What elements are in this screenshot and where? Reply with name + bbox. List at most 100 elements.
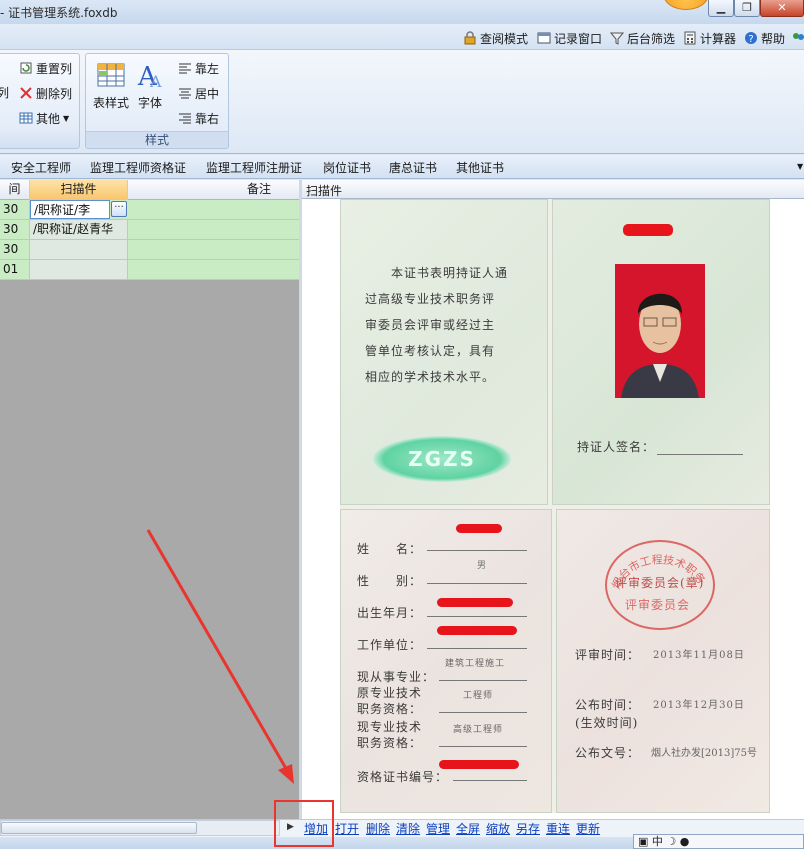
style-group: 表样式 AA 字体 靠左 居中 靠右 样式 (85, 53, 229, 149)
cell-note[interactable] (128, 200, 300, 219)
cell-time[interactable]: 01 (0, 260, 30, 279)
tab-supervisor-registration[interactable]: 监理工程师注册证 (206, 159, 302, 176)
window-title: - 证书管理系统.foxdb (0, 6, 118, 20)
other-menu-button[interactable]: 其他 ▼ (19, 108, 69, 128)
cell-note[interactable] (128, 260, 300, 279)
app-orb-icon[interactable] (663, 0, 709, 10)
tab-supervisor-qualification[interactable]: 监理工程师资格证 (90, 159, 186, 176)
certificate-details-panel: 姓 名： 男 性 别： 出生年月： 工作单位： 建筑工程施工 现从事专业： 工程… (340, 509, 552, 813)
table-style-icon (96, 60, 126, 90)
field-cur-title-2: 职务资格： (357, 736, 423, 750)
open-link[interactable]: 打开 (335, 820, 359, 837)
zoom-link[interactable]: 缩放 (486, 820, 510, 837)
nav-right-arrow-icon[interactable]: ▶ (287, 822, 294, 832)
cell-note[interactable] (128, 220, 300, 239)
delete-link[interactable]: 删除 (366, 820, 390, 837)
redaction-mark (623, 224, 673, 236)
field-line (427, 616, 527, 617)
align-right-button[interactable]: 靠右 (178, 108, 219, 128)
column-header-note[interactable]: 备注 (128, 180, 300, 200)
save-as-link[interactable]: 另存 (516, 820, 540, 837)
horizontal-scrollbar[interactable] (0, 820, 280, 836)
table-row[interactable]: 30 /职称证/李 ··· (0, 200, 300, 220)
cell-scan[interactable] (30, 260, 128, 279)
align-center-label: 居中 (195, 86, 220, 101)
preview-title: 扫描件 (306, 184, 343, 198)
column-button-partial[interactable]: 列 (0, 84, 9, 101)
preview-header: 扫描件 (302, 180, 804, 199)
certificate-intro-panel: 本证书表明持证人通 过高级专业技术职务评 审委员会评审或经过主 管单位考核认定，… (340, 199, 548, 505)
help-icon: ? (744, 31, 758, 45)
table-row[interactable]: 30 /职称证/赵青华 (0, 220, 300, 240)
doc-no-value: 烟人社办发[2013]75号 (651, 748, 757, 759)
reconnect-link[interactable]: 重连 (546, 820, 570, 837)
table-row[interactable]: 01 (0, 260, 300, 280)
calculator-icon (683, 31, 697, 45)
reset-column-label: 重置列 (36, 61, 73, 76)
column-header-time[interactable]: 间 (0, 180, 30, 200)
field-orig-title-value: 工程师 (463, 691, 494, 701)
close-button[interactable]: ✕ (760, 0, 804, 17)
delete-icon (19, 86, 33, 100)
align-left-button[interactable]: 靠左 (178, 58, 219, 78)
cell-time[interactable]: 30 (0, 220, 30, 239)
manage-link[interactable]: 管理 (426, 820, 450, 837)
maximize-button[interactable]: ❐ (734, 0, 760, 17)
field-cur-title-1: 现专业技术 (357, 720, 423, 734)
font-button[interactable]: AA 字体 (134, 60, 166, 111)
read-mode-button[interactable]: 查阅模式 (463, 29, 528, 47)
scrollbar-thumb[interactable] (1, 822, 197, 834)
publish-time-value: 2013年12月30日 (653, 700, 745, 711)
ime-toolbar[interactable]: ▣ 中 ☽ ● (633, 834, 804, 849)
align-right-icon (178, 111, 192, 125)
cell-scan[interactable] (30, 240, 128, 259)
browse-ellipsis-button[interactable]: ··· (111, 201, 127, 217)
stamp-text: 评审委员会(章) (615, 576, 705, 590)
ime-user-icon[interactable]: ● (680, 835, 690, 848)
users-icon[interactable] (791, 29, 804, 47)
minimize-button[interactable]: ▁ (708, 0, 734, 17)
fullscreen-link[interactable]: 全屏 (456, 820, 480, 837)
help-button[interactable]: ? 帮助 (744, 29, 785, 47)
holder-photo (615, 264, 705, 398)
background-filter-button[interactable]: 后台筛选 (609, 29, 675, 47)
cell-time[interactable]: 30 (0, 240, 30, 259)
tab-post-certificate[interactable]: 岗位证书 (323, 159, 371, 176)
reset-column-button[interactable]: 重置列 (19, 58, 72, 78)
scan-preview[interactable]: 本证书表明持证人通 过高级专业技术职务评 审委员会评审或经过主 管单位考核认定，… (302, 199, 804, 819)
record-window-button[interactable]: 记录窗口 (537, 29, 602, 47)
tab-overflow-icon[interactable]: ▼ (797, 162, 803, 171)
ime-moon-icon[interactable]: ☽ (666, 835, 676, 848)
calculator-button[interactable]: 计算器 (683, 29, 736, 47)
cell-note[interactable] (128, 240, 300, 259)
column-header-scan[interactable]: 扫描件 (30, 180, 128, 200)
ime-language[interactable]: 中 (652, 835, 663, 848)
field-birth: 出生年月： (357, 606, 423, 620)
field-line (427, 550, 527, 551)
quick-toolbar: 查阅模式 记录窗口 后台筛选 计算器 ? 帮助 (0, 24, 804, 50)
field-line (439, 712, 527, 713)
ime-mode-icon[interactable]: ▣ (638, 835, 648, 848)
calculator-label: 计算器 (700, 31, 737, 46)
field-sex: 性 别： (357, 574, 423, 588)
clear-link[interactable]: 清除 (396, 820, 420, 837)
record-grid: 间 扫描件 备注 30 /职称证/李 ··· 30 /职称证/赵青华 30 01 (0, 180, 300, 820)
tab-tang-certificate[interactable]: 唐总证书 (389, 159, 437, 176)
redaction-mark (437, 598, 513, 607)
table-row[interactable]: 30 (0, 240, 300, 260)
tab-safety-engineer[interactable]: 安全工程师 (11, 159, 71, 176)
chevron-down-icon: ▼ (63, 113, 70, 123)
delete-column-button[interactable]: 删除列 (19, 83, 72, 103)
cell-scan[interactable]: /职称证/赵青华 (30, 220, 128, 239)
add-link[interactable]: 增加 (304, 820, 328, 837)
tab-other-certificate[interactable]: 其他证书 (456, 159, 504, 176)
certificate-image: 本证书表明持证人通 过高级专业技术职务评 审委员会评审或经过主 管单位考核认定，… (340, 199, 770, 813)
lock-icon (463, 31, 477, 45)
align-right-label: 靠右 (195, 111, 220, 126)
table-style-button[interactable]: 表样式 (90, 60, 132, 111)
align-center-button[interactable]: 居中 (178, 83, 219, 103)
update-link[interactable]: 更新 (576, 820, 600, 837)
cell-time[interactable]: 30 (0, 200, 30, 219)
font-label: 字体 (137, 96, 162, 110)
cell-scan-editor[interactable]: /职称证/李 (30, 200, 110, 219)
